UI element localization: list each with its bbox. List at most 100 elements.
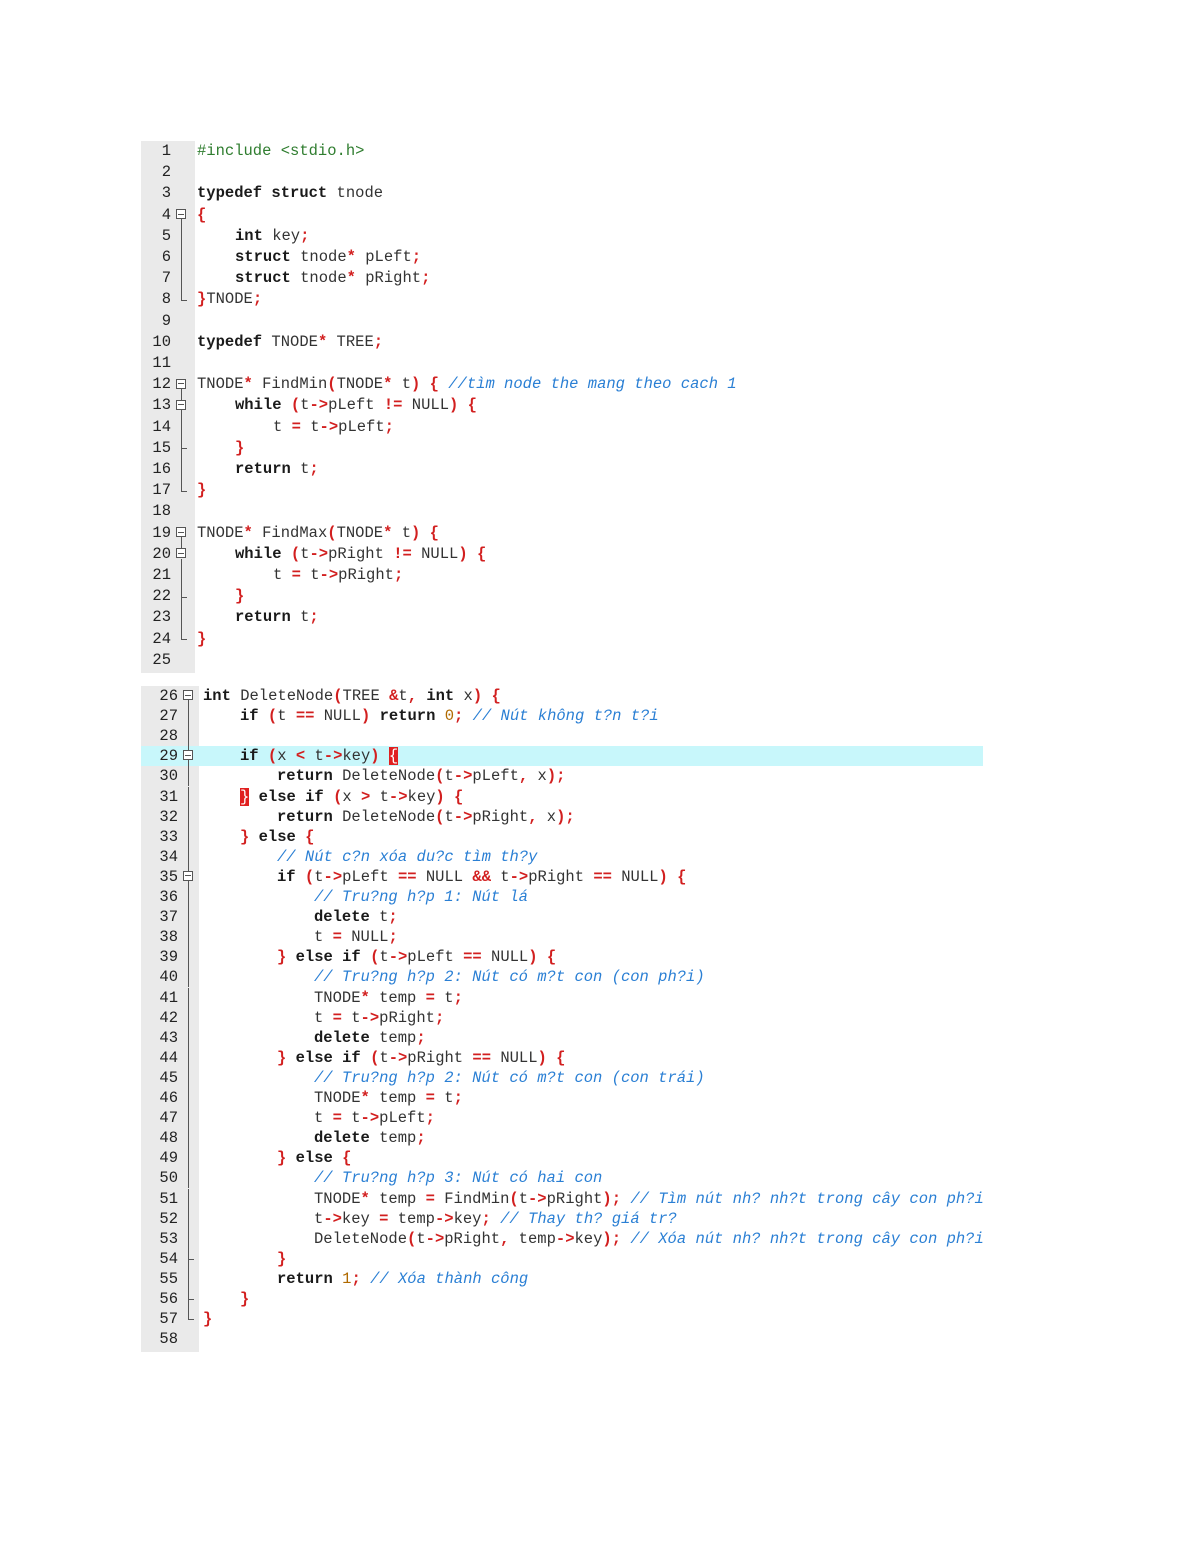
code-line[interactable]: 30 return DeleteNode(t->pLeft, x); [141,766,983,787]
identifier-token: t [341,1008,361,1027]
minus-box-icon[interactable] [176,548,186,559]
fold-collapse-icon[interactable] [175,523,189,544]
preprocessor-token: #include <stdio.h> [197,142,365,160]
code-line[interactable]: 13 while (t->pLeft != NULL) { [141,395,755,417]
code-line[interactable]: 15} [141,437,755,459]
code-line[interactable]: 18 [141,501,755,522]
code-line[interactable]: 28 [141,726,983,747]
fold-collapse-icon[interactable] [175,374,189,396]
code-line[interactable]: 25 [141,650,755,671]
code-line[interactable]: 47 t = t->pLeft; [141,1108,983,1129]
code-line[interactable]: 3 typedef struct tnode [141,183,755,204]
identifier-token: t [314,1109,333,1128]
code-line[interactable]: 24} [141,628,755,650]
code-line[interactable]: 2 [141,162,755,183]
code-line[interactable]: 11 [141,353,755,374]
code-line[interactable]: 23 return t; [141,607,755,629]
fold-collapse-icon[interactable] [182,686,196,707]
keyword-token: int [203,687,231,705]
code-line[interactable]: 38 t = NULL; [141,927,983,948]
code-line[interactable]: 7 struct tnode* pRight; [141,268,755,290]
code-line[interactable]: 17} [141,480,755,501]
code-line[interactable]: 34 // Nút c?n xóa du?c tìm th?y [141,846,983,867]
fold-collapse-icon[interactable] [182,746,196,767]
code-line[interactable]: 46 TNODE* temp = t; [141,1088,983,1109]
line-number: 39 [159,948,178,967]
code-line[interactable]: 19 TNODE* FindMax(TNODE* t) { [141,523,755,544]
code-line[interactable]: 10 typedef TNODE* TREE; [141,332,755,353]
code-line[interactable]: 21 t = t->pRight; [141,565,755,587]
code-line[interactable]: 29 if (x < t->key) { [141,746,983,767]
minus-box-icon[interactable] [176,209,186,220]
code-line[interactable]: 33} else { [141,826,983,847]
code-line[interactable]: 51 TNODE* temp = FindMin(t->pRight); // T… [141,1188,984,1209]
keyword-token: delete [314,1028,370,1047]
identifier-token: DeleteNode [230,687,334,705]
code-editor-bottom[interactable]: 26 int DeleteNode(TREE &t, int x) {27 if (… [141,686,984,1352]
code-line[interactable]: 9 [141,311,755,332]
code-line[interactable]: 22} [141,586,755,608]
code-line[interactable]: 58 [141,1329,983,1349]
operator-token: * [360,1089,370,1107]
code-editor-top[interactable]: 1 #include <stdio.h> 2 3 typedef struct tnod… [141,141,755,673]
identifier-token [333,1149,342,1167]
code-line[interactable]: 8}TNODE; [141,289,755,310]
code-line[interactable]: 40 // Tru?ng h?p 2: Nút có m?t con (con p… [141,967,983,988]
code-text: DeleteNode(t->pRight, temp->key); // Xóa… [203,1229,984,1249]
code-line[interactable]: 12 TNODE* FindMin(TNODE* t) { //tìm node … [141,374,755,396]
code-text: delete t; [203,907,398,927]
operator-token: ( [333,787,343,806]
code-line[interactable]: 56} [141,1289,983,1310]
code-line[interactable]: 14 t = t->pLeft; [141,416,755,438]
fold-guide-line [182,1108,196,1129]
code-line[interactable]: 41 TNODE* temp = t; [141,987,983,1008]
code-line[interactable]: 20 while (t->pRight != NULL) { [141,543,755,565]
code-line[interactable]: 37 delete t; [141,907,983,928]
code-line[interactable]: 27 if (t == NULL) return 0; // Nút không … [141,706,983,727]
minus-box-icon[interactable] [176,378,186,389]
minus-box-icon[interactable] [183,750,193,761]
code-line[interactable]: 16 return t; [141,459,755,481]
code-line[interactable]: 45 // Tru?ng h?p 2: Nút có m?t con (con t… [141,1067,983,1088]
minus-box-icon[interactable] [176,527,186,538]
code-text: } else { [203,1148,351,1168]
minus-box-icon[interactable] [183,870,193,881]
code-line[interactable]: 53 DeleteNode(t->pRight, temp->key); // X… [141,1228,984,1249]
fold-guide-line [175,247,189,269]
operator-token: { [677,867,687,886]
minus-box-icon[interactable] [183,690,193,701]
fold-collapse-icon[interactable] [175,543,189,565]
identifier-token: t [518,1189,528,1208]
fold-guide-line [182,987,196,1008]
fold-collapse-icon[interactable] [175,395,189,417]
operator-token: { [467,396,477,415]
code-line[interactable]: 44} else if (t->pRight == NULL) { [141,1047,983,1068]
code-line[interactable]: 26 int DeleteNode(TREE &t, int x) { [141,686,983,707]
code-line[interactable]: 31} else if (x > t->key) { [141,786,983,807]
operator-token: -> [453,807,473,826]
fold-collapse-icon[interactable] [182,866,196,887]
code-line[interactable]: 36 // Tru?ng h?p 1: Nút lá [141,887,983,908]
code-line[interactable]: 43 delete temp; [141,1027,983,1048]
code-line[interactable]: 35 if (t->pLeft == NULL && t->pRight == N… [141,866,983,887]
code-line[interactable]: 50 // Tru?ng h?p 3: Nút có hai con [141,1168,983,1189]
code-line[interactable]: 52 t->key = temp->key; // Thay th? giá tr… [141,1208,983,1229]
keyword-token: typedef struct [197,184,328,203]
code-line[interactable]: 5 int key; [141,225,755,247]
operator-token: ( [267,747,278,766]
code-line[interactable]: 1 #include <stdio.h> [141,141,755,162]
fold-collapse-icon[interactable] [175,205,189,226]
line-number: 7 [161,269,171,288]
code-text: return t; [197,607,319,628]
code-line[interactable]: 54} [141,1248,983,1269]
code-line[interactable]: 39} else if (t->pLeft == NULL) { [141,947,983,968]
code-line[interactable]: 4{ [141,205,755,226]
code-line[interactable]: 57} [141,1309,983,1329]
code-line[interactable]: 6 struct tnode* pLeft; [141,247,755,269]
minus-box-icon[interactable] [176,399,186,410]
code-line[interactable]: 49} else { [141,1148,983,1169]
code-line[interactable]: 42 t = t->pRight; [141,1007,983,1028]
code-line[interactable]: 48 delete temp; [141,1128,983,1149]
code-line[interactable]: 32 return DeleteNode(t->pRight, x); [141,806,983,827]
code-line[interactable]: 55 return 1; // Xóa thành công [141,1268,983,1289]
